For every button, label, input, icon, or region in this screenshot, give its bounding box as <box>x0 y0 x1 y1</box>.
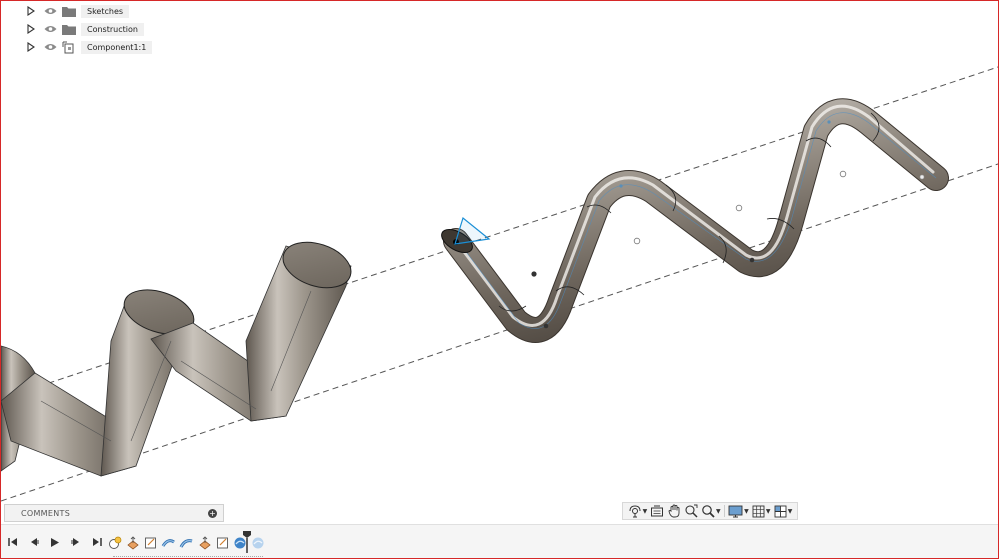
timeline-marker-icon[interactable] <box>243 531 251 553</box>
chevron-down-icon[interactable]: ▼ <box>716 508 721 515</box>
chevron-down-icon[interactable]: ▼ <box>744 508 749 515</box>
timeline-playback-controls <box>7 536 103 548</box>
chevron-down-icon[interactable]: ▼ <box>766 508 771 515</box>
orbit-icon[interactable]: ▼ <box>628 504 648 518</box>
sweep-icon[interactable] <box>161 536 176 550</box>
pan-icon[interactable] <box>668 504 681 518</box>
folder-icon <box>61 4 77 18</box>
component-icon <box>61 40 77 54</box>
extrude-icon[interactable] <box>125 536 140 550</box>
canvas-viewport[interactable] <box>1 1 998 523</box>
sketch-point[interactable] <box>531 271 537 277</box>
comments-title: COMMENTS <box>21 508 71 518</box>
sketch-icon[interactable] <box>143 536 158 550</box>
look-at-icon[interactable] <box>650 504 664 518</box>
zoom-fit-icon[interactable] <box>684 504 698 518</box>
visibility-eye-icon[interactable] <box>43 23 57 35</box>
browser-item-sketches[interactable]: Sketches <box>26 2 152 20</box>
chevron-down-icon[interactable]: ▼ <box>643 508 648 515</box>
grid-icon[interactable]: ▼ <box>752 504 771 518</box>
play-icon[interactable] <box>49 536 61 548</box>
sweep-icon[interactable] <box>251 536 266 550</box>
add-comment-button[interactable]: + <box>208 508 217 518</box>
browser-tree: Sketches Construction Component1:1 <box>26 2 153 56</box>
browser-item-label[interactable]: Sketches <box>81 4 130 18</box>
browser-item-component[interactable]: Component1:1 <box>26 38 153 56</box>
sketch-point[interactable] <box>633 237 641 245</box>
extrude-icon[interactable] <box>197 536 212 550</box>
viewports-icon[interactable]: ▼ <box>774 504 793 518</box>
toolbar-divider <box>723 505 725 517</box>
sketch-point[interactable] <box>839 170 847 178</box>
navigation-toolbar: ▼ ▼ ▼ ▼ ▼ <box>622 502 798 520</box>
sketch-point[interactable] <box>735 204 743 212</box>
browser-item-construction[interactable]: Construction <box>26 20 152 38</box>
timeline-track[interactable] <box>113 554 263 557</box>
visibility-eye-icon[interactable] <box>43 41 57 53</box>
step-forward-icon[interactable] <box>70 536 82 548</box>
swept-pipe[interactable] <box>438 98 949 343</box>
sketch-icon[interactable] <box>215 536 230 550</box>
zigzag-body-large[interactable] <box>1 234 357 477</box>
3d-scene[interactable] <box>1 1 998 523</box>
sweep-icon[interactable] <box>179 536 194 550</box>
folder-icon <box>61 22 77 36</box>
expand-arrow-icon[interactable] <box>26 41 36 53</box>
go-to-end-icon[interactable] <box>91 536 103 548</box>
timeline-bar <box>1 524 998 558</box>
go-to-start-icon[interactable] <box>7 536 19 548</box>
expand-arrow-icon[interactable] <box>26 23 36 35</box>
display-settings-icon[interactable]: ▼ <box>728 504 749 518</box>
selection-gizmo-icon[interactable] <box>454 216 491 245</box>
sketch-icon[interactable] <box>107 536 122 550</box>
visibility-eye-icon[interactable] <box>43 5 57 17</box>
browser-item-label[interactable]: Construction <box>81 22 144 36</box>
chevron-down-icon[interactable]: ▼ <box>788 508 793 515</box>
comments-panel[interactable]: COMMENTS + <box>4 504 224 522</box>
expand-arrow-icon[interactable] <box>26 5 36 17</box>
browser-item-label[interactable]: Component1:1 <box>81 40 153 54</box>
zoom-icon[interactable]: ▼ <box>701 504 721 518</box>
step-back-icon[interactable] <box>28 536 40 548</box>
